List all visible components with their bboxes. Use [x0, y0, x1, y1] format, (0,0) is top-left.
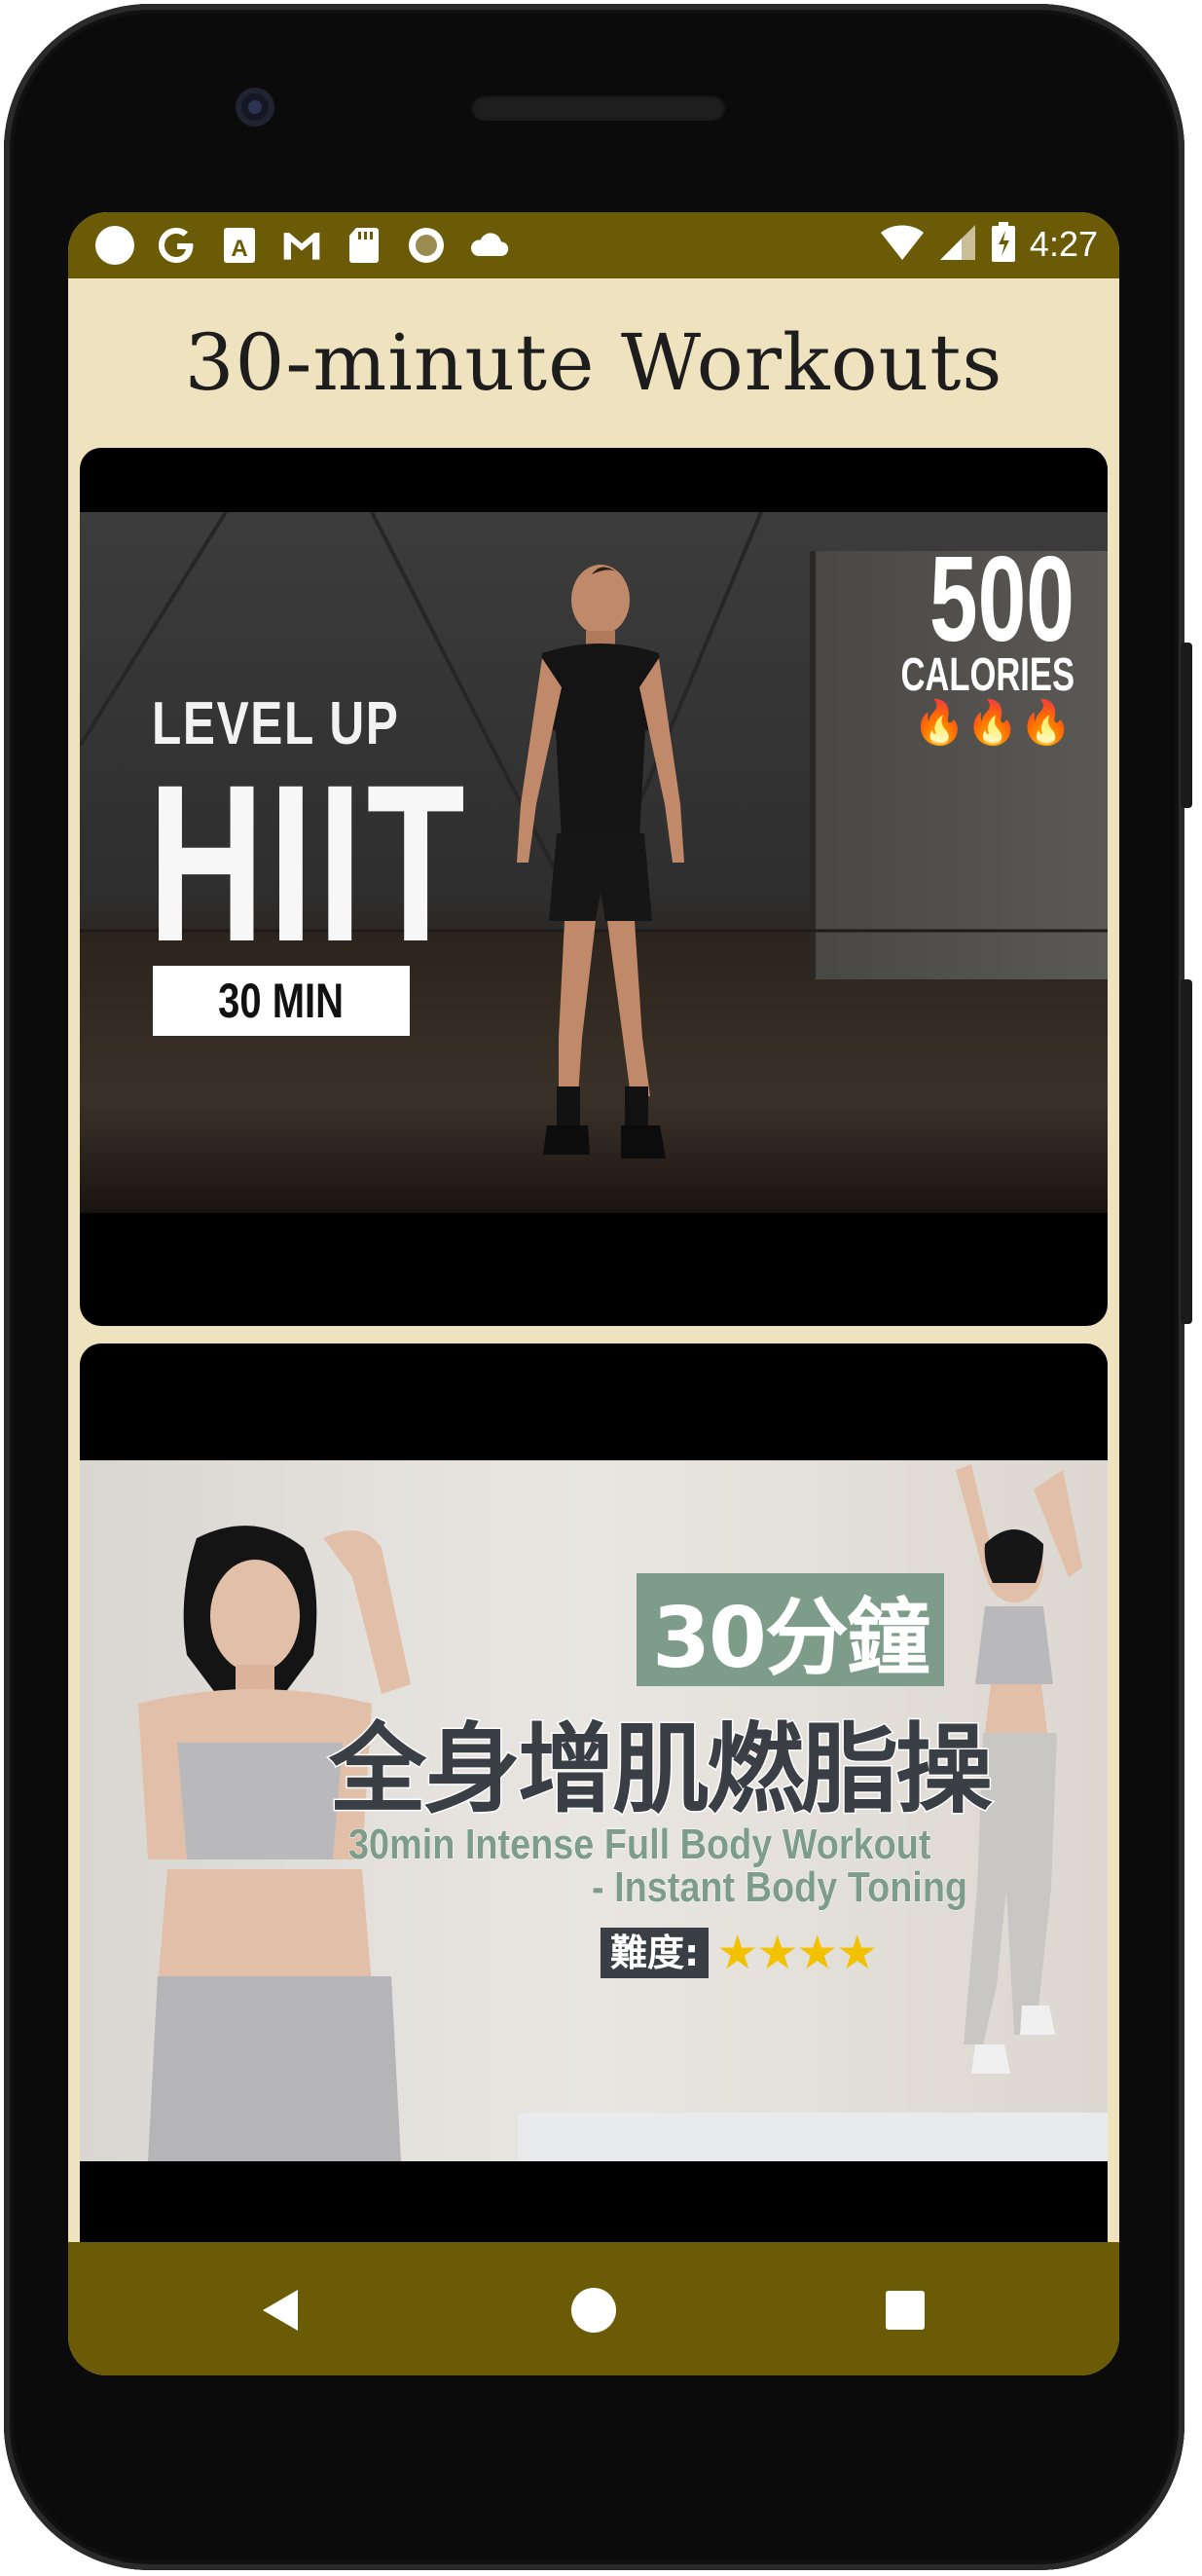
calories-number: 500 — [929, 533, 1075, 667]
navigation-bar — [68, 2242, 1119, 2375]
gmail-icon — [280, 224, 323, 267]
cloud-icon — [467, 224, 510, 267]
back-icon[interactable] — [251, 2281, 310, 2339]
google-icon — [156, 224, 199, 267]
video-thumbnail[interactable]: LEVEL UP HIIT 30 MIN 500 CALORIES 🔥🔥🔥 — [80, 512, 1108, 1213]
star-icons: ★★★★ — [716, 1926, 878, 1980]
duration-label: 30 MIN — [218, 974, 345, 1028]
app-header: 30-minute Workouts — [68, 278, 1119, 446]
calories-label: CALORIES — [900, 649, 1075, 701]
circle-icon — [93, 224, 136, 267]
sd-card-icon — [343, 224, 385, 267]
overlay-text-hiit: HIIT — [148, 738, 470, 988]
signal-icon — [938, 223, 977, 266]
overlay-title-chinese: 全身增肌燃脂操 — [328, 1711, 995, 1828]
font-a-icon: A — [218, 224, 261, 267]
status-bar: A 4:27 — [68, 212, 1119, 278]
recents-icon[interactable] — [876, 2281, 934, 2339]
flame-icons: 🔥🔥🔥 — [912, 698, 1073, 748]
power-button — [1181, 643, 1192, 808]
video-thumbnail[interactable]: 30分鐘 全身增肌燃脂操 30min Intense Full Body Wor… — [80, 1460, 1108, 2161]
difficulty-rating: 難度: ★★★★ — [601, 1926, 878, 1980]
screen: A 4:27 30-minute Workouts LEVEL UP HIIT … — [68, 212, 1119, 2375]
duration-tag: 30分鐘 — [637, 1573, 944, 1687]
record-icon — [405, 224, 448, 267]
difficulty-label: 難度: — [601, 1928, 710, 1978]
video-card[interactable]: 30分鐘 全身增肌燃脂操 30min Intense Full Body Wor… — [80, 1343, 1108, 2257]
video-list[interactable]: LEVEL UP HIIT 30 MIN 500 CALORIES 🔥🔥🔥 30… — [68, 446, 1119, 2257]
wifi-icon — [880, 223, 925, 266]
duration-box: 30 MIN — [153, 966, 410, 1036]
svg-text:A: A — [231, 236, 247, 262]
home-icon[interactable] — [565, 2281, 623, 2339]
video-card[interactable]: LEVEL UP HIIT 30 MIN 500 CALORIES 🔥🔥🔥 — [80, 448, 1108, 1326]
page-title: 30-minute Workouts — [184, 316, 1003, 408]
front-camera — [236, 88, 274, 127]
clock: 4:27 — [1029, 224, 1098, 264]
duration-tag-label: 30分鐘 — [652, 1589, 930, 1687]
athlete-figure — [517, 565, 684, 1159]
battery-charging-icon — [991, 222, 1016, 267]
overlay-subtitle-line1: 30min Intense Full Body Workout — [348, 1821, 931, 1869]
volume-button — [1181, 979, 1192, 1324]
overlay-subtitle-line2: - Instant Body Toning — [592, 1863, 968, 1912]
earpiece-speaker — [471, 93, 726, 121]
